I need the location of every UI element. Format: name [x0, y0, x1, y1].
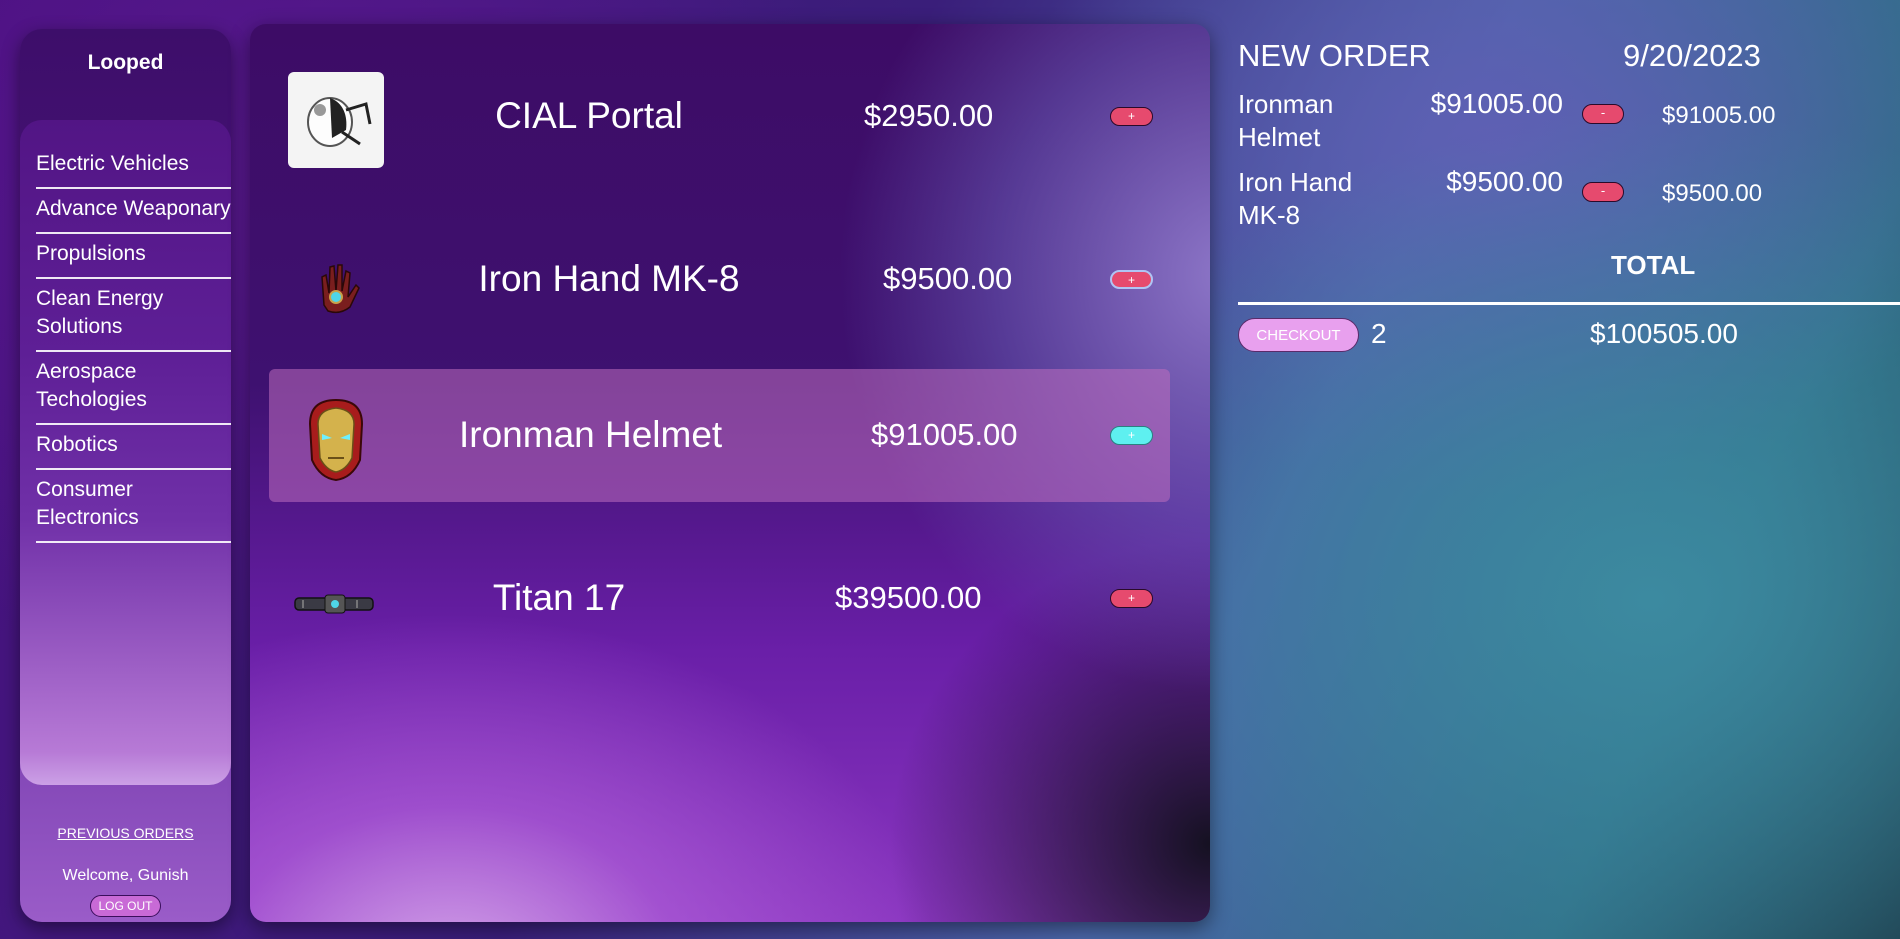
product-price: $9500.00 [883, 261, 1013, 296]
ironman-helmet-image [288, 391, 384, 487]
category-electric-vehicles[interactable]: Electric Vehicles [36, 144, 231, 189]
product-name: Iron Hand MK-8 [478, 258, 740, 299]
product-price: $2950.00 [864, 98, 994, 133]
product-price: $91005.00 [871, 417, 1018, 452]
order-item-subtotal: $91005.00 [1662, 102, 1776, 129]
titan-device-image [288, 554, 384, 650]
order-item-subtotal: $9500.00 [1662, 180, 1763, 207]
total-divider [1238, 302, 1900, 305]
product-row-selected[interactable]: Ironman Helmet $91005.00 + [269, 369, 1170, 502]
total-label: TOTAL [1611, 250, 1696, 280]
item-count: 2 [1371, 318, 1387, 349]
checkout-button[interactable]: CHECKOUT [1238, 318, 1359, 352]
product-list-panel: CIAL Portal $2950.00 + Iron Hand MK-8 $9… [250, 24, 1210, 922]
portal-device-image [288, 72, 384, 168]
iron-hand-image [288, 235, 384, 331]
product-name: Ironman Helmet [459, 414, 723, 455]
previous-orders-link[interactable]: PREVIOUS ORDERS [20, 825, 231, 841]
grand-total: $100505.00 [1590, 318, 1738, 349]
category-robotics[interactable]: Robotics [36, 425, 231, 470]
add-to-order-button[interactable]: + [1110, 270, 1153, 289]
order-item-name: Ironman Helmet [1238, 89, 1334, 152]
remove-item-button[interactable]: - [1582, 182, 1624, 202]
product-price: $39500.00 [835, 580, 982, 615]
order-panel: NEW ORDER 9/20/2023 Ironman Helmet $9100… [1238, 0, 1900, 939]
product-name: Titan 17 [492, 577, 626, 618]
sidebar: Looped Electric Vehicles Advance Weapona… [20, 29, 231, 922]
category-advance-weaponary[interactable]: Advance Weaponary [36, 189, 231, 234]
welcome-text: Welcome, Gunish [62, 867, 189, 884]
category-propulsions[interactable]: Propulsions [36, 234, 231, 279]
add-to-order-button[interactable]: + [1110, 426, 1153, 445]
category-consumer-electronics[interactable]: Consumer Electronics [36, 470, 231, 543]
product-row[interactable]: Titan 17 $39500.00 + [269, 532, 1170, 665]
remove-item-button[interactable]: - [1582, 104, 1624, 124]
logout-button[interactable]: LOG OUT [90, 895, 161, 917]
product-row[interactable]: CIAL Portal $2950.00 + [269, 50, 1170, 183]
category-clean-energy[interactable]: Clean Energy Solutions [36, 279, 231, 352]
order-date: 9/20/2023 [1623, 38, 1761, 73]
product-name: CIAL Portal [495, 95, 683, 136]
brand-logo: Looped [87, 51, 164, 74]
order-item-name: Iron Hand MK-8 [1238, 167, 1353, 230]
order-title: NEW ORDER [1238, 38, 1431, 73]
order-item-price: $91005.00 [1430, 88, 1563, 119]
add-to-order-button[interactable]: + [1110, 589, 1153, 608]
category-list: Electric Vehicles Advance Weaponary Prop… [36, 144, 231, 543]
add-to-order-button[interactable]: + [1110, 107, 1153, 126]
order-item-price: $9500.00 [1446, 166, 1563, 197]
category-aerospace[interactable]: Aerospace Techologies [36, 352, 231, 425]
product-row[interactable]: Iron Hand MK-8 $9500.00 + [269, 213, 1170, 346]
